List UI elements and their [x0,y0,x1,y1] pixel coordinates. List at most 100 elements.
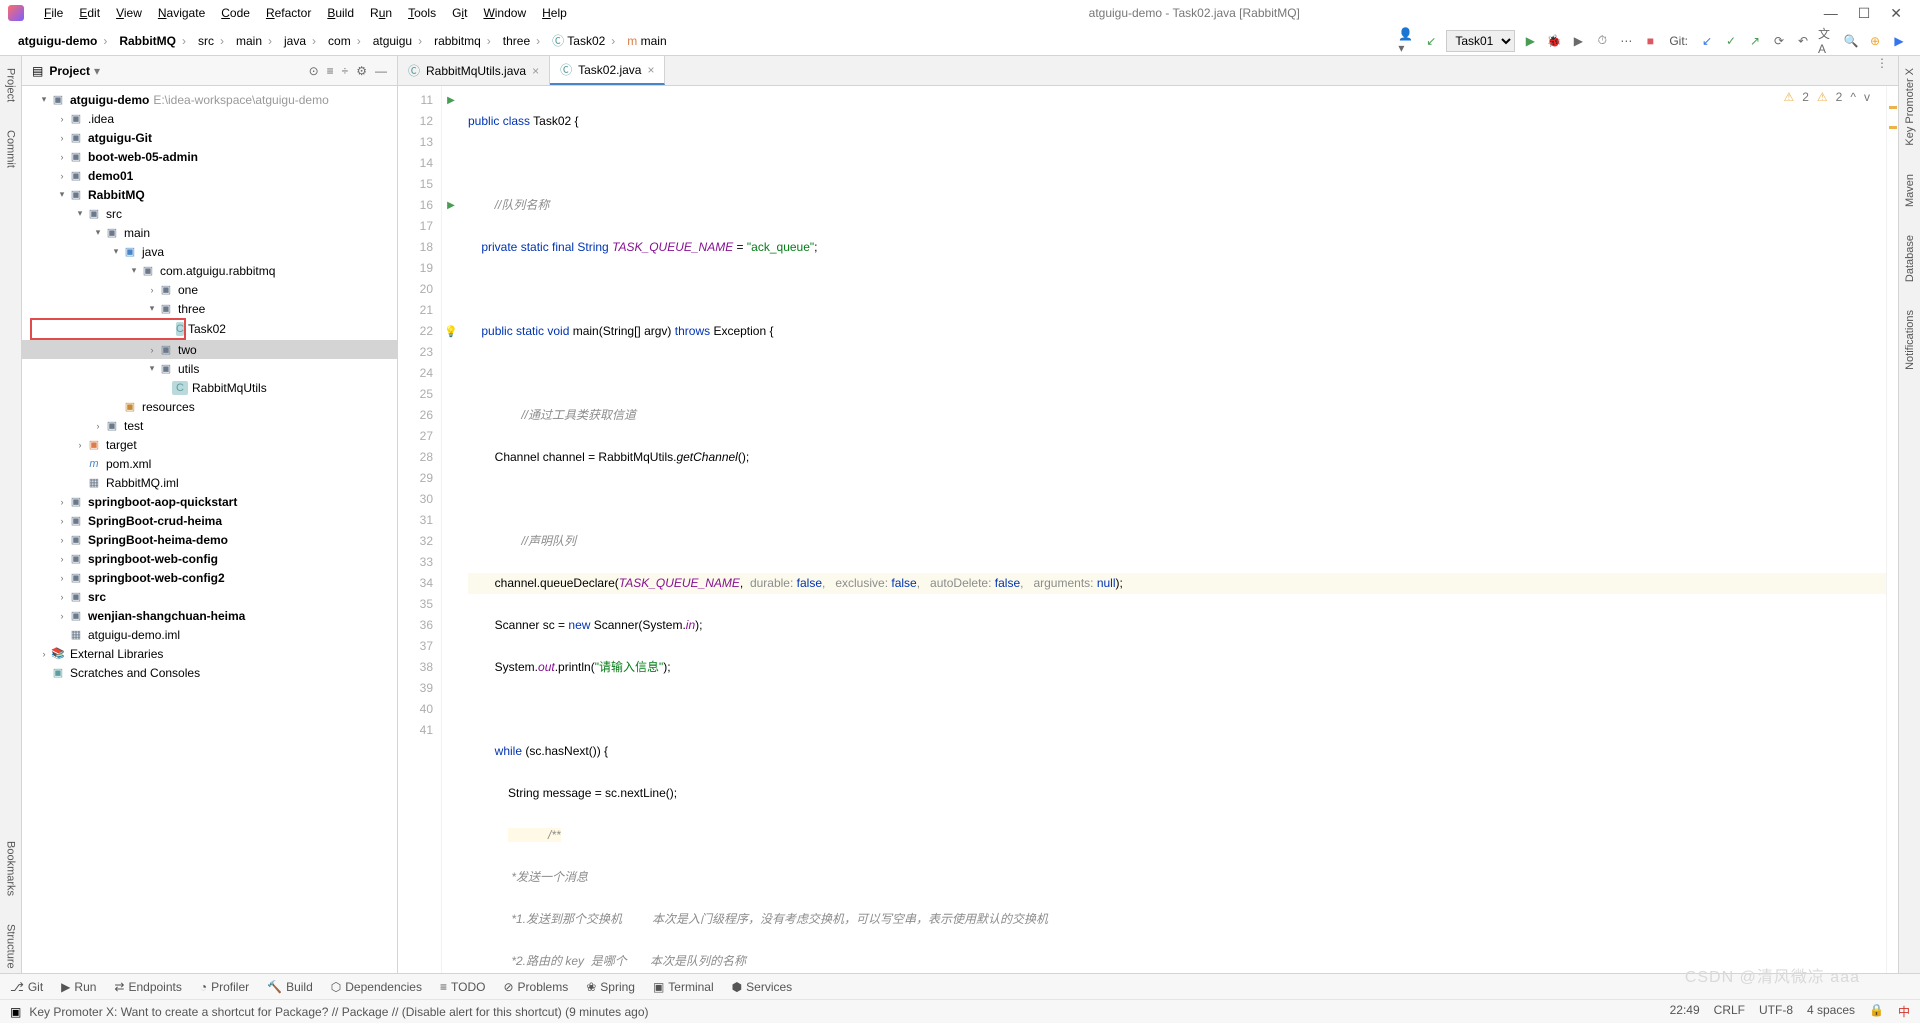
tree-sb-crud[interactable]: ›▣SpringBoot-crud-heima [22,511,397,530]
expand-icon[interactable]: ≡ [327,64,334,78]
profile-icon[interactable]: ⏱ [1593,32,1611,50]
gutter-bookmarks[interactable]: Bookmarks [5,837,17,900]
menu-help[interactable]: Help [534,2,575,24]
menu-build[interactable]: Build [319,2,362,24]
code-editor[interactable]: public class Task02 { //队列名称 private sta… [460,86,1886,973]
menu-run[interactable]: Run [362,2,400,24]
tree-scratches[interactable]: ▣Scratches and Consoles [22,663,397,682]
crumb-three[interactable]: three [497,32,546,50]
tab-task02[interactable]: ⒸTask02.java× [550,56,665,85]
search-icon[interactable]: 🔍 [1842,32,1860,50]
translate-icon[interactable]: 文A [1818,32,1836,50]
project-dropdown-icon[interactable]: ▾ [94,64,100,78]
gutter-keypromoter[interactable]: Key Promoter X [1904,64,1916,150]
crumb-class[interactable]: Ⓒ Task02 [546,30,621,51]
tree-one[interactable]: ›▣one [22,280,397,299]
status-readonly-icon[interactable]: 🔒 [1869,1003,1884,1020]
gutter-database[interactable]: Database [1904,231,1916,286]
btool-todo[interactable]: ≡ TODO [440,980,485,994]
tree-sb-heima[interactable]: ›▣SpringBoot-heima-demo [22,530,397,549]
gutter-commit[interactable]: Commit [5,126,17,172]
code-inspection-badges[interactable]: ⚠2 ⚠2 ^v [1783,90,1870,104]
commit-icon[interactable]: ✓ [1722,32,1740,50]
menu-navigate[interactable]: Navigate [150,2,213,24]
select-open-icon[interactable]: ⊙ [309,64,319,78]
coverage-icon[interactable]: ▶ [1569,32,1587,50]
run-icon[interactable]: ▶ [1521,32,1539,50]
tab-close-icon[interactable]: × [647,63,654,77]
crumb-com[interactable]: com [322,32,367,50]
tree-target[interactable]: ›▣target [22,435,397,454]
gutter-project[interactable]: Project [5,64,17,106]
tree-resources[interactable]: ▣resources [22,397,397,416]
push-icon[interactable]: ↗ [1746,32,1764,50]
tree-atguigu-git[interactable]: ›▣atguigu-Git [22,128,397,147]
status-indent[interactable]: 4 spaces [1807,1003,1855,1020]
collapse-icon[interactable]: ÷ [342,64,349,78]
gutter-annotations[interactable]: ▶▶💡 [442,86,460,973]
menu-refactor[interactable]: Refactor [258,2,319,24]
build-icon[interactable]: ↙ [1422,32,1440,50]
tree-idea[interactable]: ›▣.idea [22,109,397,128]
project-tree[interactable]: ▾▣atguigu-demoE:\idea-workspace\atguigu-… [22,86,397,973]
menu-window[interactable]: Window [475,2,534,24]
ide-update-icon[interactable]: ⊕ [1866,32,1884,50]
settings-icon[interactable]: ⚙ [356,64,367,78]
status-line-sep[interactable]: CRLF [1714,1003,1745,1020]
tree-src[interactable]: ▾▣src [22,204,397,223]
tree-sb-web2[interactable]: ›▣springboot-web-config2 [22,568,397,587]
menu-edit[interactable]: Edit [71,2,108,24]
inspection-up-icon[interactable]: ^ [1850,90,1856,104]
tree-main[interactable]: ▾▣main [22,223,397,242]
tree-package[interactable]: ▾▣com.atguigu.rabbitmq [22,261,397,280]
tree-root-iml[interactable]: ▦atguigu-demo.iml [22,625,397,644]
crumb-src[interactable]: src [192,32,230,50]
btool-problems[interactable]: ⊘ Problems [503,980,568,994]
hide-icon[interactable]: — [375,64,387,78]
tree-sb-aop[interactable]: ›▣springboot-aop-quickstart [22,492,397,511]
close-icon[interactable]: ✕ [1880,5,1912,22]
tree-iml[interactable]: ▦RabbitMQ.iml [22,473,397,492]
weak-warning-icon[interactable]: ⚠ [1817,90,1828,104]
rollback-icon[interactable]: ↶ [1794,32,1812,50]
btool-terminal[interactable]: ▣ Terminal [653,980,714,994]
menu-git[interactable]: Git [444,2,475,24]
gutter-structure[interactable]: Structure [5,920,17,973]
user-icon[interactable]: 👤▾ [1398,32,1416,50]
tree-pom[interactable]: mpom.xml [22,454,397,473]
tree-rabbitmq[interactable]: ▾▣RabbitMQ [22,185,397,204]
crumb-module[interactable]: RabbitMQ [113,32,192,50]
status-position[interactable]: 22:49 [1670,1003,1700,1020]
tree-boot-web[interactable]: ›▣boot-web-05-admin [22,147,397,166]
tree-three[interactable]: ▾▣three [22,299,397,318]
menu-tools[interactable]: Tools [400,2,444,24]
maximize-icon[interactable]: ☐ [1848,5,1881,22]
tree-java[interactable]: ▾▣java [22,242,397,261]
stop-icon[interactable]: ■ [1641,32,1659,50]
tree-src2[interactable]: ›▣src [22,587,397,606]
menu-code[interactable]: Code [213,2,258,24]
menu-view[interactable]: View [108,2,150,24]
btool-deps[interactable]: ⬡ Dependencies [331,980,422,994]
tab-rabbitmqutils[interactable]: ⒸRabbitMqUtils.java× [398,56,550,85]
crumb-method[interactable]: m main [621,32,678,50]
tree-utils[interactable]: ▾▣utils [22,359,397,378]
overview-ruler[interactable] [1886,86,1898,973]
status-ime-icon[interactable]: 中 [1898,1003,1910,1020]
run-config-select[interactable]: Task01 [1446,30,1515,52]
warning-icon[interactable]: ⚠ [1783,90,1794,104]
tree-rmqutils[interactable]: CRabbitMqUtils [22,378,397,397]
tree-wenjian[interactable]: ›▣wenjian-shangchuan-heima [22,606,397,625]
gutter-maven[interactable]: Maven [1904,170,1916,211]
status-encoding[interactable]: UTF-8 [1759,1003,1793,1020]
tree-demo01[interactable]: ›▣demo01 [22,166,397,185]
code-with-me-icon[interactable]: ▶ [1890,32,1908,50]
debug-icon[interactable]: 🐞 [1545,32,1563,50]
btool-services[interactable]: ⬢ Services [732,980,793,994]
attach-icon[interactable]: ⋯ [1617,32,1635,50]
gutter-notifications[interactable]: Notifications [1904,306,1916,374]
minimize-icon[interactable]: — [1814,5,1848,21]
tree-task02[interactable]: CTask02 [30,318,186,340]
crumb-java[interactable]: java [278,32,322,50]
inspection-down-icon[interactable]: v [1864,90,1870,104]
